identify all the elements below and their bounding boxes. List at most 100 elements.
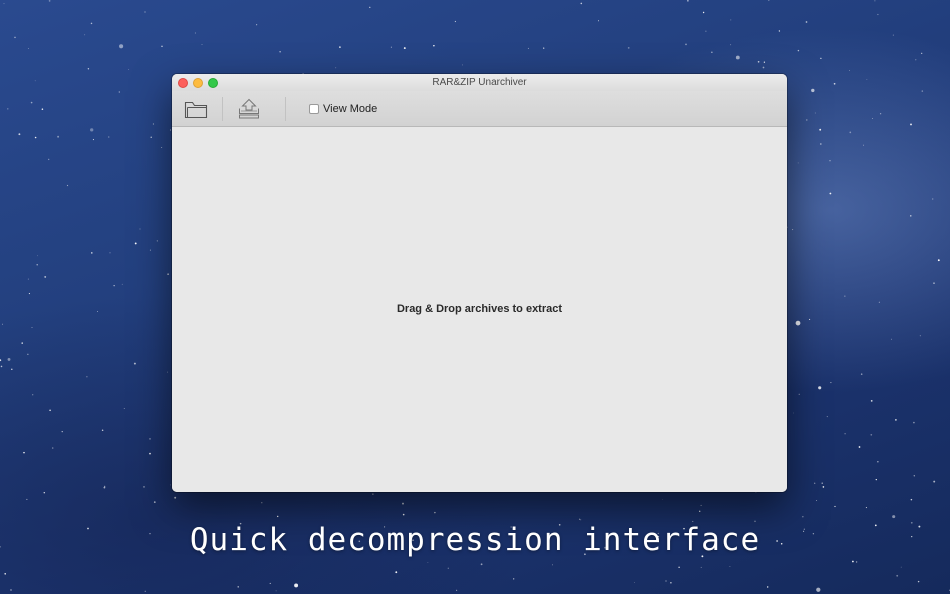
star [699, 510, 701, 512]
star [37, 255, 38, 257]
star [678, 566, 680, 568]
star [10, 589, 12, 591]
star [101, 429, 104, 431]
star [11, 368, 13, 371]
star [797, 49, 800, 52]
star [133, 362, 136, 365]
star [275, 590, 277, 592]
star [863, 144, 864, 146]
star [92, 139, 94, 141]
star [174, 496, 177, 499]
star [829, 192, 832, 195]
star [149, 438, 151, 440]
star [687, 0, 689, 2]
star [913, 421, 915, 424]
star [433, 45, 435, 47]
star [795, 320, 801, 326]
star [97, 311, 99, 312]
star [917, 580, 920, 583]
star [27, 48, 29, 49]
star [31, 327, 33, 328]
star [169, 484, 171, 486]
star [627, 46, 630, 49]
star [910, 123, 912, 126]
star [875, 478, 877, 481]
star [705, 30, 707, 32]
star [277, 515, 279, 518]
star [34, 136, 37, 139]
star [757, 60, 760, 63]
extract-button[interactable] [233, 95, 265, 123]
star [118, 91, 120, 93]
star [161, 45, 163, 48]
star [874, 0, 876, 2]
star [144, 11, 146, 13]
star [256, 24, 258, 26]
star [915, 59, 917, 61]
star [454, 20, 456, 23]
star [456, 589, 458, 591]
star [3, 3, 5, 5]
star [892, 34, 894, 36]
star [768, 0, 770, 1]
star [402, 513, 405, 516]
star [461, 64, 463, 66]
star [41, 108, 44, 110]
star [580, 519, 582, 521]
star [878, 301, 880, 303]
star [858, 446, 861, 448]
star [149, 249, 151, 251]
star [427, 562, 429, 563]
star [933, 282, 935, 284]
star [395, 571, 398, 574]
star [811, 88, 815, 93]
star [900, 566, 902, 568]
star [662, 498, 664, 500]
star [729, 566, 731, 567]
star [700, 566, 702, 568]
star [201, 44, 203, 45]
toolbar: View Mode [172, 91, 787, 127]
drop-zone[interactable]: Drag & Drop archives to extract [172, 127, 787, 492]
star [34, 80, 36, 82]
star [792, 229, 794, 231]
star [806, 119, 808, 121]
star [169, 129, 172, 131]
star [0, 359, 2, 362]
star [892, 515, 896, 519]
star [108, 136, 110, 138]
extract-tray-icon [239, 98, 259, 119]
star [143, 486, 145, 488]
star [152, 123, 154, 125]
star [153, 501, 156, 503]
star [104, 485, 106, 488]
star [390, 46, 392, 48]
star [895, 419, 897, 421]
title-bar[interactable]: RAR&ZIP Unarchiver [172, 74, 787, 91]
star [921, 52, 923, 54]
star [84, 34, 86, 36]
star [818, 386, 822, 390]
star [279, 51, 281, 53]
view-mode-toggle[interactable]: View Mode [309, 101, 377, 117]
open-archive-button[interactable] [180, 95, 212, 123]
promo-caption: Quick decompression interface [189, 522, 761, 558]
star [834, 505, 836, 508]
star [109, 252, 111, 254]
star [852, 560, 854, 563]
star [634, 582, 635, 583]
star [14, 36, 16, 39]
star [849, 131, 852, 134]
view-mode-checkbox[interactable] [309, 104, 319, 114]
star [866, 79, 868, 80]
star [402, 502, 404, 505]
star [711, 51, 713, 53]
star [877, 13, 879, 16]
star [194, 32, 196, 34]
app-window: RAR&ZIP Unarchiver View Mode Drag & Drop… [172, 74, 787, 492]
star [21, 342, 23, 344]
star [844, 295, 846, 297]
star [49, 409, 51, 412]
star [28, 293, 30, 295]
star [513, 578, 515, 580]
